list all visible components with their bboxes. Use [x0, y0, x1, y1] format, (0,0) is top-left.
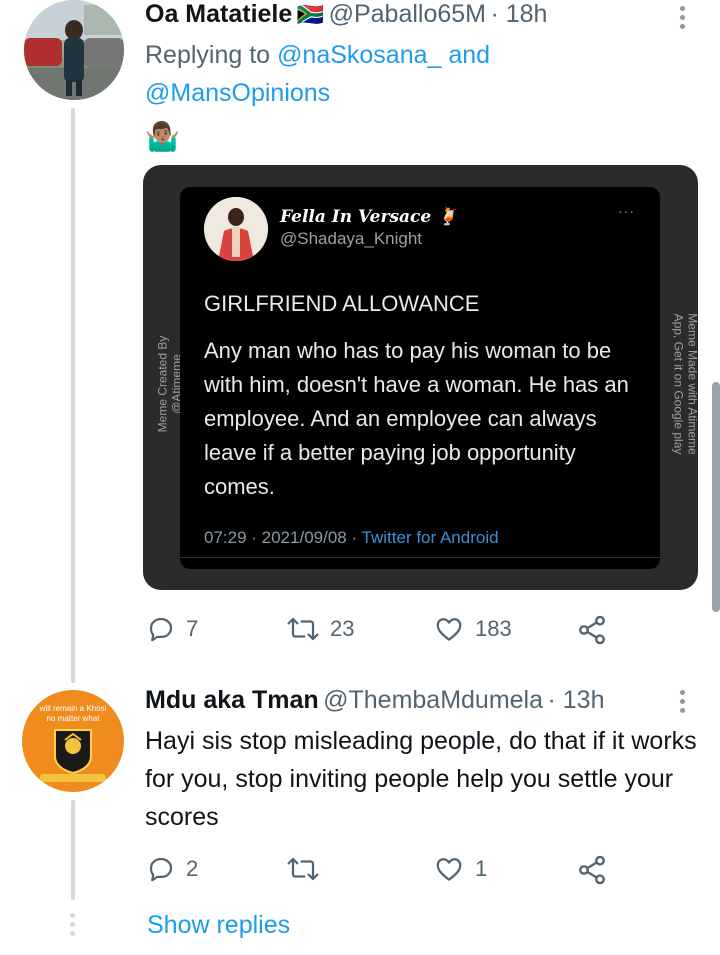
tweet-time[interactable]: · 13h: [547, 686, 604, 714]
reply-button[interactable]: 7: [146, 614, 198, 644]
reply-icon: [149, 617, 173, 642]
retweet-button[interactable]: 23: [286, 614, 354, 644]
thread-dots: [70, 913, 76, 940]
watermark-line: Meme Made with Atimeme: [685, 313, 698, 455]
show-replies-link[interactable]: Show replies: [147, 911, 290, 940]
watermark-line: Meme Created By: [155, 335, 170, 433]
quoted-meta: 07:29 · 2021/09/08 · Twitter for Android: [204, 528, 499, 548]
avatar-decoration: [40, 774, 106, 782]
more-options-icon[interactable]: [680, 6, 685, 33]
scrollbar[interactable]: [712, 382, 720, 612]
author-name[interactable]: Oa Matatiele: [145, 0, 292, 28]
tweet-header: Mdu aka Tman @ThembaMdumela · 13h: [145, 686, 604, 715]
avatar-caption-line: no matter what: [46, 714, 100, 723]
flag-icon: 🇿🇦: [296, 2, 325, 27]
like-count: 1: [475, 856, 488, 881]
reply-count: 7: [186, 616, 199, 641]
reply-button[interactable]: 2: [146, 854, 198, 884]
quoted-avatar: [204, 197, 268, 261]
retweet-icon: [287, 617, 319, 641]
mention-link[interactable]: @MansOpinions: [145, 79, 330, 107]
share-button[interactable]: [576, 614, 608, 646]
tweet-header: Oa Matatiele 🇿🇦 @Paballo65M · 18h: [145, 0, 547, 29]
reply-icon: [149, 857, 173, 882]
like-button[interactable]: 183: [433, 614, 512, 644]
thread-line: [71, 108, 75, 683]
cocktail-emoji: 🍹: [437, 207, 459, 227]
avatar-caption-line: will remain a Khosi: [39, 704, 107, 713]
tweet-text: Hayi sis stop misleading people, do that…: [145, 727, 697, 831]
watermark-line: App, Get it on Google play: [671, 313, 686, 455]
quoted-tweet: Fella In Versace 🍹 @Shadaya_Knight ··· G…: [180, 187, 660, 569]
author-handle[interactable]: @Paballo65M: [329, 0, 486, 28]
replying-and[interactable]: and: [441, 41, 490, 69]
meme-watermark-right: Meme Made with Atimeme App, Get it on Go…: [672, 313, 698, 454]
retweet-count: 23: [330, 616, 355, 641]
divider: [180, 557, 660, 558]
like-count: 183: [475, 616, 512, 641]
share-icon: [579, 855, 605, 885]
quoted-heading: GIRLFRIEND ALLOWANCE: [204, 291, 480, 316]
share-button[interactable]: [576, 854, 608, 886]
replying-prefix: Replying to: [145, 41, 278, 69]
quoted-more-icon: ···: [618, 203, 635, 219]
mention-link[interactable]: @naSkosana_: [277, 41, 441, 69]
author-name[interactable]: Mdu aka Tman: [145, 686, 319, 714]
retweet-icon: [287, 857, 319, 881]
kaizer-chiefs-logo: [54, 729, 92, 774]
reply-count: 2: [186, 856, 199, 881]
more-options-icon[interactable]: [680, 690, 685, 717]
quoted-source: Twitter for Android: [361, 528, 499, 547]
avatar[interactable]: will remain a Khosi no matter what: [22, 690, 124, 792]
quoted-name-text: Fella In Versace: [280, 207, 432, 227]
like-button[interactable]: 1: [433, 854, 487, 884]
quoted-handle: @Shadaya_Knight: [280, 229, 423, 248]
share-icon: [579, 615, 605, 645]
heart-icon: [436, 858, 462, 881]
tweet-time[interactable]: · 18h: [490, 0, 547, 28]
avatar[interactable]: [24, 0, 124, 100]
replying-to: Replying to @naSkosana_ and @MansOpinion…: [145, 36, 685, 112]
avatar-caption: will remain a Khosi no matter what: [22, 704, 124, 724]
retweet-button[interactable]: [286, 854, 330, 884]
quoted-body: Any man who has to pay his woman to be w…: [204, 338, 629, 499]
quoted-timestamp: 07:29 · 2021/09/08 ·: [204, 528, 362, 547]
heart-icon: [436, 618, 462, 641]
tweet-image[interactable]: Meme Created By @Atimeme Meme Made with …: [143, 165, 698, 590]
shrug-emoji: 🤷🏽‍♂️: [145, 121, 180, 152]
quoted-author-name: Fella In Versace 🍹: [280, 207, 458, 227]
author-handle[interactable]: @ThembaMdumela: [323, 686, 543, 714]
thread-line: [71, 800, 75, 900]
